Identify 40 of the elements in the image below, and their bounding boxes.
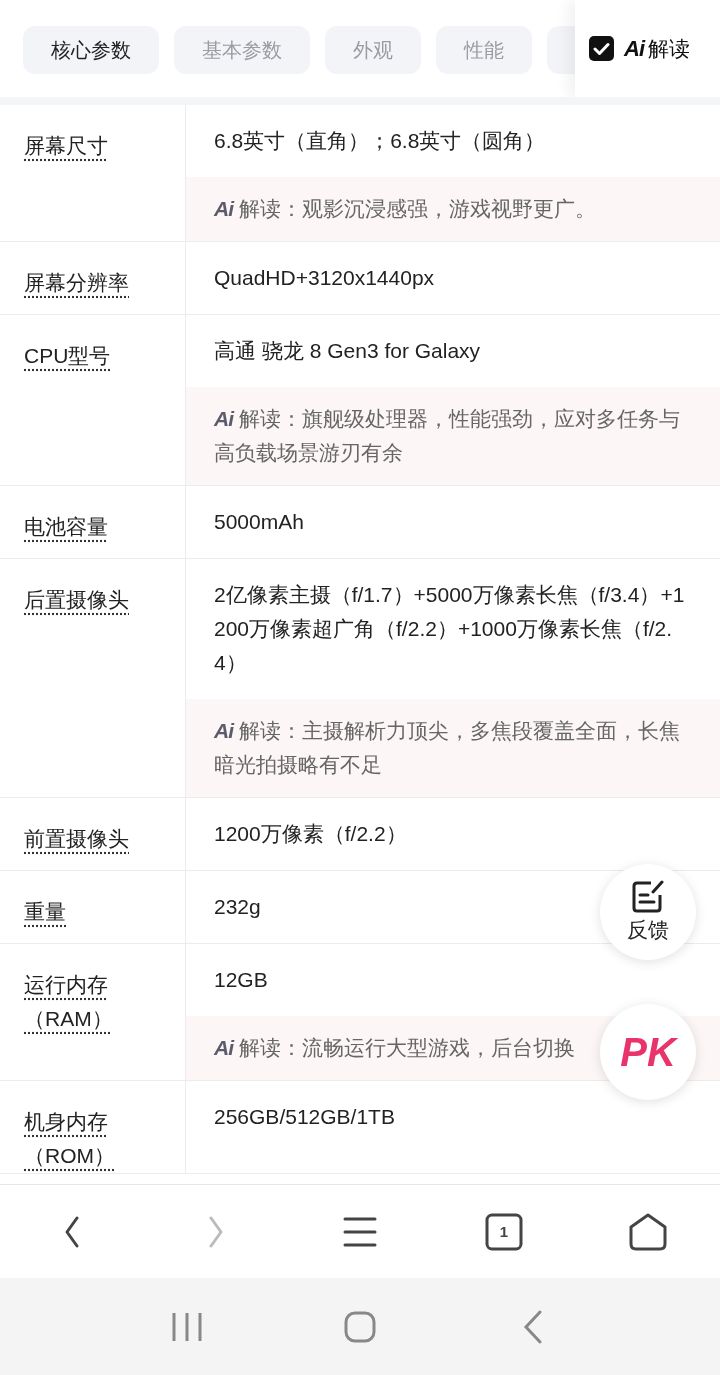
home-icon: [344, 1310, 376, 1343]
tab[interactable]: 核心参数: [23, 26, 159, 74]
spec-label[interactable]: 重量: [24, 895, 66, 929]
spec-value: 2亿像素主摄（f/1.7）+5000万像素长焦（f/3.4）+1200万像素超广角（f/2.2）+1000万像素长焦（f/2.4）: [214, 583, 685, 674]
tabs-button[interactable]: 1: [474, 1201, 534, 1262]
back-icon: [523, 1309, 544, 1344]
spec-value: 232g: [214, 895, 261, 918]
spec-label[interactable]: 运行内存（RAM）: [24, 968, 136, 1036]
edit-icon: [631, 880, 665, 914]
pk-button[interactable]: PK: [600, 1004, 696, 1100]
spec-label[interactable]: 屏幕分辨率: [24, 266, 129, 300]
checkbox[interactable]: [589, 36, 614, 61]
spec-value: 高通 骁龙 8 Gen3 for Galaxy: [214, 339, 481, 362]
toggle-label[interactable]: 解读: [648, 34, 690, 63]
spec-label[interactable]: 屏幕尺寸: [24, 129, 108, 163]
ai-interpretation: Ai 解读：流畅运行大型游戏，后台切换: [214, 1036, 575, 1059]
spec-label[interactable]: 电池容量: [24, 510, 108, 544]
spec-value: QuadHD+3120x1440px: [214, 266, 435, 289]
spec-value: 6.8英寸（直角）；6.8英寸（圆角）: [214, 129, 546, 152]
recents-icon: [170, 1310, 203, 1343]
spec-label[interactable]: 后置摄像头: [24, 583, 129, 617]
ai-interpretation: Ai 解读：主摄解析力顶尖，多焦段覆盖全面，长焦暗光拍摄略有不足: [214, 719, 680, 776]
feedback-button[interactable]: 反馈: [600, 864, 696, 960]
menu-icon: [343, 1215, 377, 1248]
ai-interpretation: Ai 解读：旗舰级处理器，性能强劲，应对多任务与高负载场景游刃有余: [214, 407, 680, 464]
back-icon: [64, 1215, 80, 1248]
ai-logo: Ai: [624, 35, 644, 62]
spec-value: 5000mAh: [214, 510, 304, 533]
spec-label[interactable]: 前置摄像头: [24, 822, 129, 856]
check-icon: [593, 41, 610, 56]
spec-label[interactable]: CPU型号: [24, 339, 111, 373]
home-icon: [628, 1211, 668, 1252]
tab-count: 1: [499, 1223, 509, 1240]
spec-value: 256GB/512GB/1TB: [214, 1105, 395, 1128]
spec-value: 1200万像素（f/2.2）: [214, 822, 407, 845]
tabs-icon: [485, 1212, 523, 1251]
spec-value: 12GB: [214, 968, 268, 991]
ai-interpretation: Ai 解读：观影沉浸感强，游戏视野更广。: [214, 197, 596, 220]
forward-icon: [208, 1215, 224, 1248]
spec-label[interactable]: 机身内存（ROM）: [24, 1105, 136, 1173]
